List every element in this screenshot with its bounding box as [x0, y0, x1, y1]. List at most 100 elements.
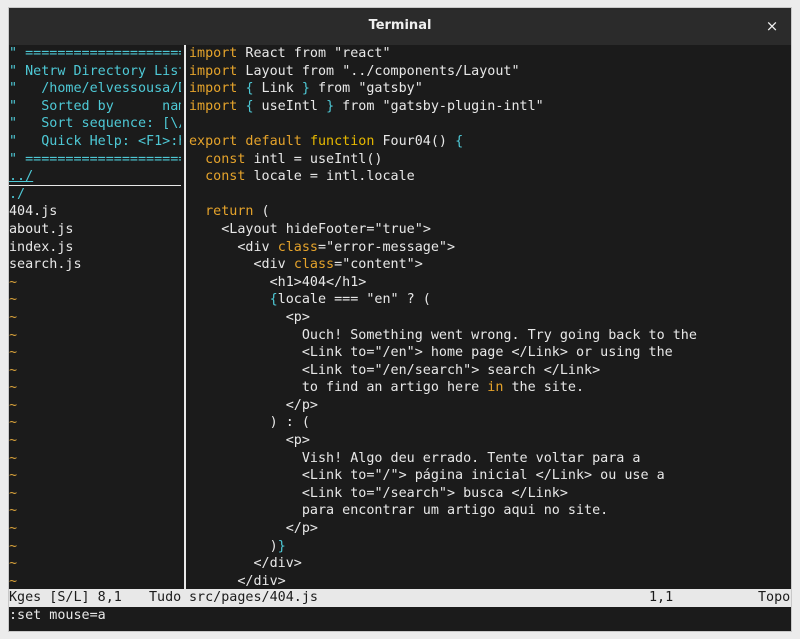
code-line: export default function Four04() { [189, 133, 791, 151]
code-token: "gatsby-plugin-intl" [382, 98, 544, 114]
code-token: </p> [189, 521, 318, 537]
code-token: Link [253, 81, 302, 97]
command-line[interactable]: :set mouse=a [9, 607, 791, 625]
code-token: > home page </Link> or using the [414, 345, 673, 361]
empty-line-marker: ~ [9, 397, 18, 413]
code-line: ) : ( [189, 414, 791, 432]
empty-line-marker: ~ [9, 503, 18, 519]
empty-line-marker: ~ [9, 415, 18, 431]
code-token: Vish! Algo deu errado. Tente voltar para… [189, 450, 641, 466]
code-token: ) : ( [189, 415, 310, 431]
empty-line-marker: ~ [9, 450, 18, 466]
empty-line-marker: ~ [9, 433, 18, 449]
code-line: )} [189, 538, 791, 556]
empty-line-marker: ~ [9, 573, 18, 589]
empty-line-marker: ~ [9, 521, 18, 537]
code-token: "react" [334, 46, 391, 61]
code-line: <Link to="/search"> busca </Link> [189, 485, 791, 503]
code-token: > [414, 257, 423, 273]
netrw-pane[interactable]: " ========================== " Netrw Dire… [9, 45, 181, 589]
code-token: const [205, 169, 246, 185]
code-token: ? ( [398, 292, 431, 308]
netrw-status-text: Kges [S/L] 8,1 [9, 590, 122, 605]
code-line: import { Link } from "gatsby" [189, 80, 791, 98]
netrw-status-position: Tudo [149, 590, 182, 605]
code-token: from [334, 98, 383, 114]
netrw-entry[interactable]: about.js [9, 221, 181, 239]
code-token: class [277, 239, 318, 255]
empty-line-marker: ~ [9, 327, 18, 343]
code-line: <Layout hideFooter="true"> [189, 221, 791, 239]
code-token: > página inicial </Link> ou use a [398, 468, 665, 484]
code-line: import Layout from "../components/Layout… [189, 63, 791, 81]
code-token: </p> [189, 397, 318, 413]
code-token: import [189, 46, 238, 61]
code-token: intl = useIntl() [245, 151, 383, 167]
code-token: > busca </Link> [447, 485, 568, 501]
scroll-position: Topo [758, 590, 791, 605]
code-token: the site. [503, 380, 585, 396]
empty-line-marker: ~ [9, 362, 18, 378]
code-token: } [277, 538, 286, 554]
code-token: locale = intl.locale [245, 169, 415, 185]
code-token: <h1>404</h1> [189, 274, 367, 290]
netrw-entry[interactable]: ../ [9, 168, 181, 186]
code-token: "../components/Layout" [342, 63, 520, 79]
code-token: locale === [277, 292, 367, 308]
code-token: <Link to= [189, 485, 375, 501]
code-token: > [422, 221, 431, 237]
netrw-entry[interactable]: 404.js [9, 203, 181, 221]
code-line: <Link to="/en"> home page </Link> or usi… [189, 344, 791, 362]
code-token: = [318, 239, 327, 255]
code-line: const locale = intl.locale [189, 168, 791, 186]
code-token: } [326, 98, 335, 114]
code-token: <Link to= [189, 345, 375, 361]
netrw-header-line: " Quick Help: <F1>:help [9, 133, 181, 149]
code-token: "true" [374, 221, 423, 237]
code-token: "en" [366, 292, 399, 308]
netrw-header-line: " Sorted by name [9, 98, 181, 114]
editor-pane[interactable]: import React from "react" import Layout f… [189, 45, 791, 589]
close-icon[interactable]: × [763, 17, 781, 35]
empty-line-marker: ~ [9, 309, 18, 325]
code-token: class [293, 257, 335, 273]
code-line: import React from "react" [189, 45, 791, 63]
editor-file-name: src/pages/404.js [189, 590, 318, 605]
netrw-header-line: " Sort sequence: [\/] [9, 116, 181, 132]
empty-line-marker: ~ [9, 292, 18, 308]
terminal-window: Terminal × " =========================="… [9, 8, 791, 631]
code-token: para encontrar um artigo aqui no site. [189, 503, 609, 519]
code-line: <Link to="/"> página inicial </Link> ou … [189, 467, 791, 485]
code-token: <Link to= [189, 468, 375, 484]
code-token: import [189, 81, 238, 97]
code-line: </div> [189, 573, 791, 589]
netrw-header-line: " ========================== [9, 46, 181, 61]
code-token: <Link to= [189, 362, 375, 378]
netrw-entry[interactable]: index.js [9, 239, 181, 257]
vertical-split[interactable] [181, 45, 189, 589]
split-bar [184, 45, 186, 589]
code-line: <div class="content"> [189, 256, 791, 274]
code-token: { [455, 133, 464, 149]
code-token: ) [189, 538, 278, 554]
code-token: { [269, 292, 278, 308]
netrw-header-line: " Netrw Directory Listing [9, 63, 181, 79]
netrw-entry[interactable]: ./ [9, 186, 181, 204]
code-token: </div> [189, 573, 286, 589]
netrw-header-line: " ========================== [9, 151, 181, 167]
terminal-content[interactable]: " ========================== " Netrw Dire… [9, 45, 791, 631]
code-line: <h1>404</h1> [189, 274, 791, 292]
code-line: <Link to="/en/search"> search </Link> [189, 362, 791, 380]
code-line: <div class="error-message"> [189, 239, 791, 257]
netrw-entry[interactable]: search.js [9, 256, 181, 274]
code-token: return [205, 204, 254, 220]
code-token: > search </Link> [471, 362, 601, 378]
code-token: import [189, 98, 238, 114]
code-token: "/en/search" [374, 362, 472, 378]
code-line: import { useIntl } from "gatsby-plugin-i… [189, 98, 791, 116]
